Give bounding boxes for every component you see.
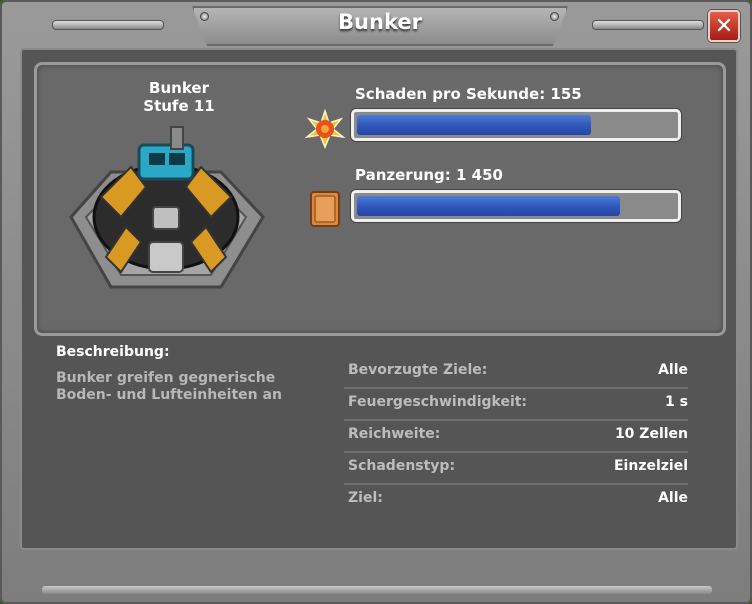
content-panel: Bunker Stufe 11 Schaden pro Sekunde: 155 (20, 48, 738, 550)
armor-bar (351, 190, 681, 222)
property-row: Ziel: Alle (344, 484, 688, 515)
property-key: Reichweite: (348, 426, 441, 442)
title-rail-right (592, 20, 704, 30)
damage-stat-label: Schaden pro Sekunde: 155 (355, 85, 582, 103)
property-value: Alle (658, 362, 688, 378)
property-key: Schadenstyp: (348, 458, 456, 474)
property-row: Bevorzugte Ziele: Alle (344, 356, 688, 389)
explosion-icon (305, 109, 345, 149)
property-value: Alle (658, 490, 688, 506)
armor-stat-label: Panzerung: 1 450 (355, 166, 503, 184)
title-bar: Bunker ✕ (2, 2, 750, 46)
armor-plate-icon (310, 191, 340, 227)
bottom-rail (42, 586, 712, 594)
building-level: Stufe 11 (143, 97, 215, 115)
building-name: Bunker (149, 79, 209, 97)
building-heading: Bunker Stufe 11 (49, 79, 309, 115)
property-row: Reichweite: 10 Zellen (344, 420, 688, 453)
property-key: Ziel: (348, 490, 383, 506)
armor-bar-fill (357, 196, 620, 216)
bunker-image (69, 126, 265, 289)
property-value: 1 s (665, 394, 688, 410)
window-title: Bunker (338, 10, 422, 34)
damage-bar (351, 109, 681, 141)
property-row: Feuergeschwindigkeit: 1 s (344, 388, 688, 421)
description-heading: Beschreibung: (56, 344, 170, 360)
property-value: 10 Zellen (614, 426, 688, 442)
property-row: Schadenstyp: Einzelziel (344, 452, 688, 485)
property-key: Feuergeschwindigkeit: (348, 394, 528, 410)
damage-bar-fill (357, 115, 591, 135)
building-info-panel: Bunker Stufe 11 Schaden pro Sekunde: 155 (34, 62, 726, 336)
property-key: Bevorzugte Ziele: (348, 362, 488, 378)
title-rail-left (52, 20, 164, 30)
dialog-frame: Bunker ✕ Bunker Stufe 11 Schaden pro Sek… (0, 0, 752, 604)
description-text: Bunker greifen gegnerische Boden- und Lu… (56, 370, 282, 403)
close-icon[interactable]: ✕ (715, 14, 733, 39)
close-button[interactable]: ✕ (708, 10, 740, 42)
property-value: Einzelziel (613, 458, 688, 474)
